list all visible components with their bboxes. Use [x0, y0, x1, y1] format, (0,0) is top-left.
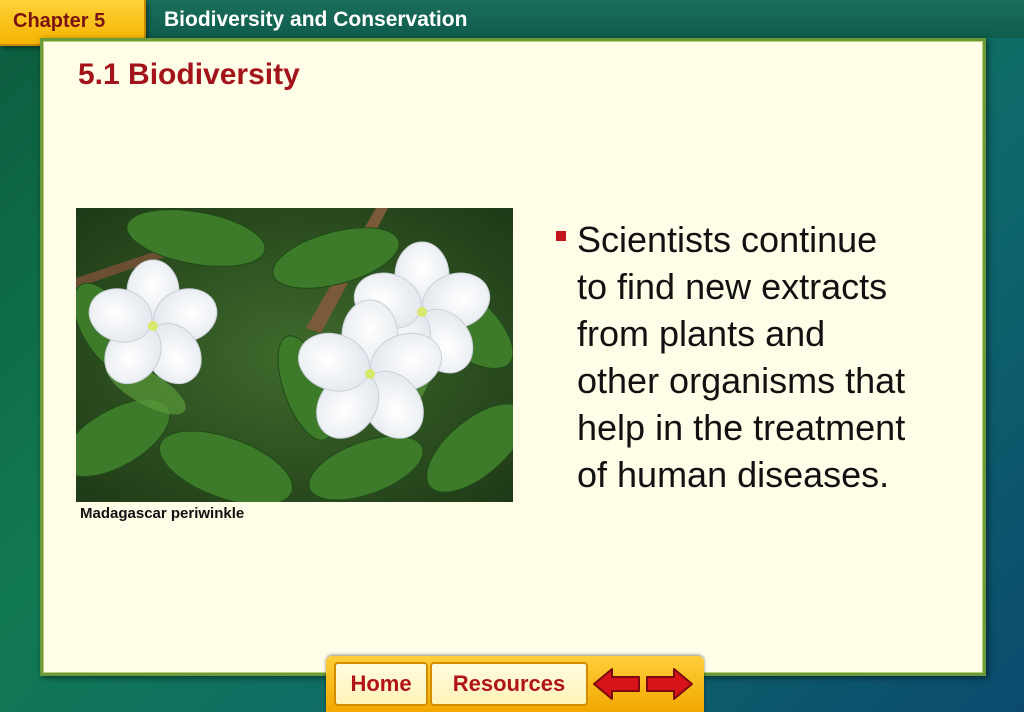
chapter-label: Chapter 5 — [13, 10, 106, 32]
header-band — [0, 0, 1024, 38]
resources-button[interactable]: Resources — [430, 662, 588, 706]
back-arrow-icon[interactable] — [592, 666, 642, 702]
navigation-bar: Home Resources — [326, 656, 704, 712]
home-button[interactable]: Home — [334, 662, 428, 706]
section-title: 5.1 Biodiversity — [78, 58, 300, 91]
bullet-text: Scientists continue to find new extracts… — [577, 219, 906, 495]
image-caption: Madagascar periwinkle — [80, 505, 245, 522]
periwinkle-photo — [76, 208, 513, 502]
chapter-title: Biodiversity and Conservation — [164, 8, 468, 31]
bullet-square-icon — [556, 231, 566, 241]
forward-arrow-icon[interactable] — [644, 666, 694, 702]
